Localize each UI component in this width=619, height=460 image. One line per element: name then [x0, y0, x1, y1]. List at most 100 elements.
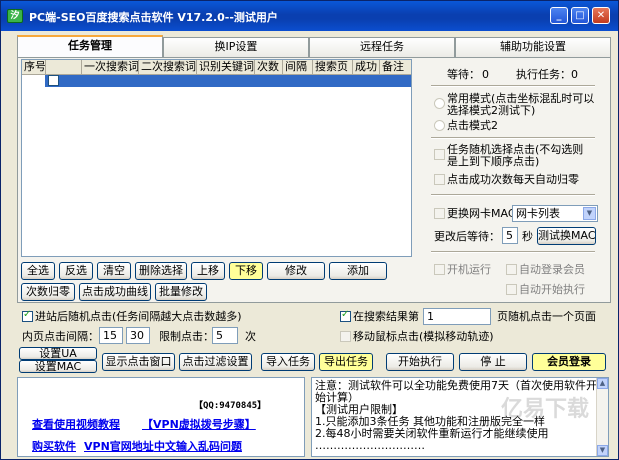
random-click-after-enter-label: 进站后随机点击(任务间隔越大点击数越多): [35, 310, 242, 323]
inner-page-interval-label: 内页点击间隔：: [22, 330, 99, 343]
waiting-label: 等待：: [447, 68, 480, 81]
seconds-unit-label: 秒: [522, 230, 533, 243]
test-mac-button[interactable]: 测试换MAC: [537, 227, 596, 245]
batch-edit-button[interactable]: 批量修改: [155, 283, 207, 301]
notes-line: …………………………: [315, 439, 425, 452]
column-header-first-keyword[interactable]: 一次搜索词: [82, 60, 139, 75]
in-search-results-label: 在搜索结果第: [353, 310, 419, 323]
table-header: 序号 一次搜索词 二次搜索词 识别关键词 次数 间隔 搜索页 成功 备注: [22, 60, 411, 75]
maximize-icon: □: [575, 10, 585, 21]
edit-button[interactable]: 修改: [267, 262, 325, 280]
watermark: 亿易下载: [501, 397, 590, 422]
invert-selection-button[interactable]: 反选: [59, 262, 93, 280]
close-button[interactable]: ✕: [592, 7, 610, 24]
boot-run-checkbox[interactable]: [434, 264, 445, 275]
divider: [431, 85, 595, 87]
auto-login-label: 自动登录会员: [519, 263, 585, 276]
task-table[interactable]: 序号 一次搜索词 二次搜索词 识别关键词 次数 间隔 搜索页 成功 备注: [21, 59, 412, 257]
member-login-button[interactable]: 会员登录: [532, 353, 606, 371]
search-results-page-input[interactable]: 1: [423, 308, 491, 325]
close-icon: ✕: [596, 10, 606, 21]
set-mac-button[interactable]: 设置MAC: [19, 360, 97, 373]
limit-clicks-label: 限制点击：: [159, 330, 214, 343]
app-window: 汐 PC端-SEO百度搜索点击软件 V17.2.0--测试用户 _ □ ✕ 任务…: [0, 0, 619, 460]
row-checkbox[interactable]: [48, 75, 59, 86]
show-click-window-button[interactable]: 显示点击窗口: [102, 353, 175, 371]
buy-software-link[interactable]: 购买软件: [32, 438, 76, 454]
column-header-search-page[interactable]: 搜索页: [313, 60, 353, 75]
column-header-count[interactable]: 次数: [255, 60, 283, 75]
mode-normal-label-line2: 选择模式2测试下): [447, 104, 536, 117]
times-unit-label: 次: [245, 330, 256, 343]
success-curve-button[interactable]: 点击成功曲线: [79, 283, 151, 301]
mode-2-label: 点击模式2: [447, 119, 498, 132]
tab-strip: 任务管理 换IP设置 远程任务 辅助功能设置: [17, 35, 611, 57]
maximize-button[interactable]: □: [571, 7, 589, 24]
start-button[interactable]: 开始执行: [386, 353, 454, 371]
daily-reset-label: 点击成功次数每天自动归零: [447, 173, 579, 186]
tab-remote-tasks[interactable]: 远程任务: [309, 37, 455, 57]
mode-normal-radio[interactable]: [434, 98, 445, 109]
clear-button[interactable]: 清空: [97, 262, 131, 280]
nic-list-value: 网卡列表: [516, 207, 560, 220]
title-bar[interactable]: 汐 PC端-SEO百度搜索点击软件 V17.2.0--测试用户 _ □ ✕: [1, 1, 618, 31]
scroll-up-icon[interactable]: ▲: [597, 378, 608, 389]
auto-start-checkbox[interactable]: [506, 284, 517, 295]
select-all-button[interactable]: 全选: [21, 262, 55, 280]
export-tasks-button[interactable]: 导出任务: [319, 353, 373, 371]
change-mac-checkbox[interactable]: [434, 208, 445, 219]
import-tasks-button[interactable]: 导入任务: [261, 353, 315, 371]
random-click-after-enter-checkbox[interactable]: [22, 309, 33, 322]
column-header-blank[interactable]: [46, 60, 82, 75]
table-row[interactable]: [22, 75, 411, 87]
links-panel: 【QQ:9470845】 查看使用视频教程 【VPN虚拟拨号步骤】 购买软件 V…: [17, 377, 305, 457]
garbled-fix-link[interactable]: 中文输入乱码问题: [154, 438, 242, 454]
change-mac-label: 更换网卡MAC: [447, 207, 516, 220]
set-ua-button[interactable]: 设置UA: [19, 347, 97, 360]
column-header-interval[interactable]: 间隔: [283, 60, 313, 75]
daily-reset-checkbox[interactable]: [434, 174, 445, 185]
limit-clicks-input[interactable]: 5: [212, 327, 238, 344]
column-header-remark[interactable]: 备注: [380, 60, 411, 75]
click-filter-settings-button[interactable]: 点击过滤设置: [179, 353, 252, 371]
delete-selected-button[interactable]: 删除选择: [135, 262, 187, 280]
column-header-success[interactable]: 成功: [353, 60, 380, 75]
auto-start-label: 自动开始执行: [519, 283, 585, 296]
divider: [431, 251, 595, 253]
chevron-down-icon[interactable]: ▼: [583, 207, 596, 220]
random-page-click-label: 页随机点击一个页面: [497, 310, 596, 323]
window-title: PC端-SEO百度搜索点击软件 V17.2.0--测试用户: [29, 11, 278, 24]
column-header-identify-keyword[interactable]: 识别关键词: [197, 60, 255, 75]
tab-auxiliary-settings[interactable]: 辅助功能设置: [455, 37, 611, 57]
vpn-dial-steps-link[interactable]: 【VPN虚拟拨号步骤】: [142, 416, 256, 432]
qq-label: 【QQ:9470845】: [194, 401, 267, 411]
random-task-checkbox[interactable]: [434, 149, 445, 160]
stop-button[interactable]: 停 止: [459, 353, 527, 371]
in-search-results-checkbox[interactable]: [340, 309, 351, 322]
video-tutorial-link[interactable]: 查看使用视频教程: [32, 416, 120, 432]
mode-2-radio[interactable]: [434, 120, 445, 131]
add-button[interactable]: 添加: [329, 262, 387, 280]
random-task-label-line2: 是上到下顺序点击): [447, 155, 540, 168]
notes-scrollbar[interactable]: ▲ ▼: [596, 378, 608, 456]
move-down-button[interactable]: 下移: [229, 262, 263, 280]
interval-min-input[interactable]: 15: [99, 327, 123, 344]
column-header-index[interactable]: 序号: [22, 60, 46, 75]
executing-count: 0: [571, 68, 578, 81]
nic-list-dropdown[interactable]: 网卡列表 ▼: [512, 205, 598, 222]
column-header-second-keyword[interactable]: 二次搜索词: [139, 60, 197, 75]
tab-ip-settings[interactable]: 换IP设置: [163, 37, 309, 57]
wait-seconds-input[interactable]: 5: [502, 227, 518, 244]
vpn-site-link[interactable]: VPN官网地址: [84, 438, 154, 454]
minimize-button[interactable]: _: [550, 7, 568, 24]
scroll-down-icon[interactable]: ▼: [597, 445, 608, 456]
minimize-icon: _: [556, 10, 562, 21]
auto-login-checkbox[interactable]: [506, 264, 517, 275]
tab-task-management[interactable]: 任务管理: [17, 35, 163, 57]
app-logo-icon: 汐: [7, 9, 23, 23]
interval-max-input[interactable]: 30: [126, 327, 150, 344]
move-up-button[interactable]: 上移: [191, 262, 225, 280]
mouse-track-checkbox[interactable]: [340, 331, 351, 342]
mouse-track-label: 移动鼠标点击(模拟移动轨迹): [353, 330, 494, 343]
reset-count-button[interactable]: 次数归零: [21, 283, 75, 301]
